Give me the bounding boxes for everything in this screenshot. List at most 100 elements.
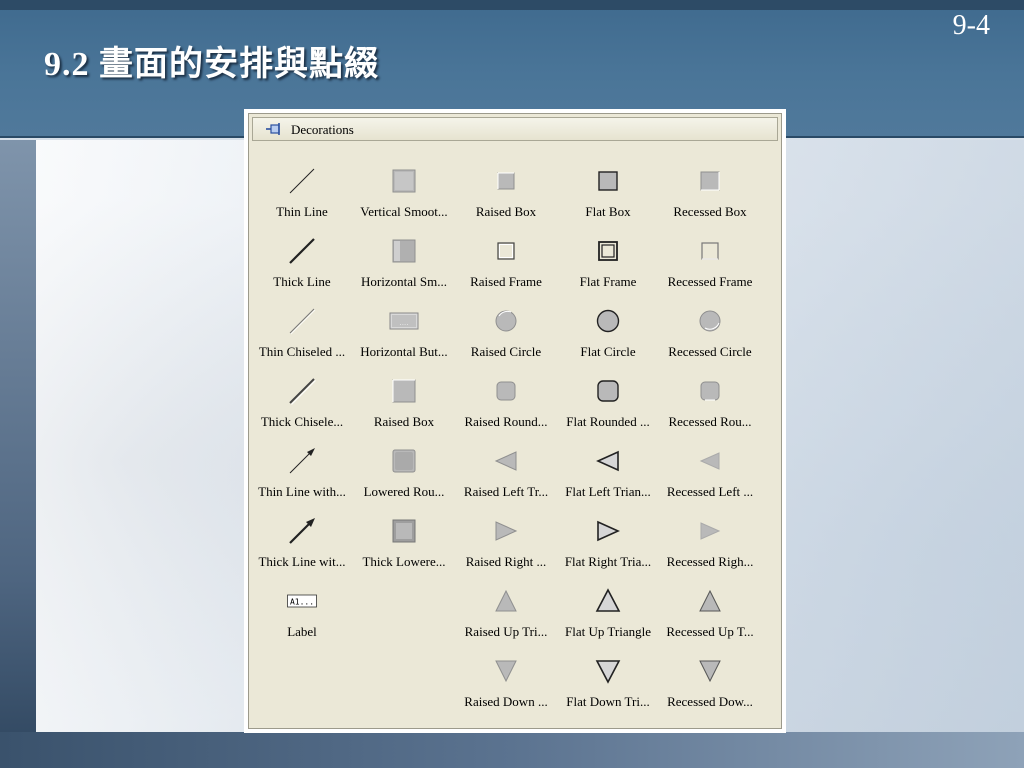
thin-chiseled-line-icon bbox=[289, 308, 316, 335]
palette-item-recessed-frame[interactable]: Recessed Frame bbox=[659, 236, 761, 298]
palette-item-label: Horizontal But... bbox=[360, 344, 448, 359]
horizontal-smooth-icon bbox=[392, 239, 416, 263]
palette-item-label: Thin Line with... bbox=[258, 484, 346, 499]
palette-item-thin-arrow[interactable]: Thin Line with... bbox=[251, 446, 353, 508]
palette-item-label: Raised Frame bbox=[470, 274, 542, 289]
palette-item-label: Thick Line bbox=[273, 274, 331, 289]
palette-item-label: Recessed Up T... bbox=[666, 624, 754, 639]
palette-item-flat-up-triangle[interactable]: Flat Up Triangle bbox=[557, 586, 659, 648]
palette-item-raised-up-triangle[interactable]: Raised Up Tri... bbox=[455, 586, 557, 648]
flat-up-triangle-icon bbox=[595, 588, 621, 612]
palette-item-raised-box-large[interactable]: Raised Box bbox=[353, 376, 455, 438]
page-number: 9-4 bbox=[952, 10, 990, 41]
palette-item-label: Flat Frame bbox=[579, 274, 637, 289]
palette-item-recessed-rounded-box[interactable]: Recessed Rou... bbox=[659, 376, 761, 438]
flat-rounded-box-icon bbox=[597, 380, 619, 402]
palette-item-label: Flat Down Tri... bbox=[566, 694, 650, 709]
palette-item-label: Vertical Smoot... bbox=[360, 204, 448, 219]
palette-item-label: Flat Right Tria... bbox=[564, 554, 652, 569]
palette-item-flat-rounded-box[interactable]: Flat Rounded ... bbox=[557, 376, 659, 438]
palette-item-thick-chiseled-line[interactable]: Thick Chisele... bbox=[251, 376, 353, 438]
palette-item-label: Flat Rounded ... bbox=[566, 414, 650, 429]
palette-item-horizontal-button[interactable]: .... Horizontal But... bbox=[353, 306, 455, 368]
palette-item-flat-circle[interactable]: Flat Circle bbox=[557, 306, 659, 368]
palette-item-raised-left-triangle[interactable]: Raised Left Tr... bbox=[455, 446, 557, 508]
palette-item-label: Recessed Left ... bbox=[666, 484, 754, 499]
palette-item-recessed-left-triangle[interactable]: Recessed Left ... bbox=[659, 446, 761, 508]
palette-item-thick-line[interactable]: Thick Line bbox=[251, 236, 353, 298]
palette-item-recessed-up-triangle[interactable]: Recessed Up T... bbox=[659, 586, 761, 648]
palette-item-recessed-circle[interactable]: Recessed Circle bbox=[659, 306, 761, 368]
lowered-rounded-box-icon bbox=[392, 449, 416, 473]
palette-item-raised-circle[interactable]: Raised Circle bbox=[455, 306, 557, 368]
palette-item-recessed-box[interactable]: Recessed Box bbox=[659, 166, 761, 228]
thin-line-icon bbox=[289, 168, 315, 194]
raised-box-icon bbox=[497, 172, 515, 190]
palette-item-label: Recessed Rou... bbox=[668, 414, 752, 429]
palette-item-label: Raised Box bbox=[475, 204, 537, 219]
palette-item-label: Raised Left Tr... bbox=[463, 484, 549, 499]
palette-item-recessed-right-triangle[interactable]: Recessed Righ... bbox=[659, 516, 761, 578]
palette-item-raised-down-triangle[interactable]: Raised Down ... bbox=[455, 656, 557, 718]
palette-item-horizontal-smooth[interactable]: Horizontal Sm... bbox=[353, 236, 455, 298]
thick-line-icon bbox=[289, 238, 315, 264]
palette-item-label: Flat Box bbox=[585, 204, 631, 219]
palette-item-flat-right-triangle[interactable]: Flat Right Tria... bbox=[557, 516, 659, 578]
palette-item-label[interactable]: A1... Label bbox=[251, 586, 353, 648]
decorations-palette: Decorations Thin Line Vertical Smoot... Ra… bbox=[248, 113, 782, 729]
bottom-decor-strip bbox=[0, 732, 1024, 768]
flat-circle-icon bbox=[596, 309, 620, 333]
palette-item-recessed-down-triangle[interactable]: Recessed Dow... bbox=[659, 656, 761, 718]
palette-item-label: Flat Left Trian... bbox=[565, 484, 651, 499]
flat-down-triangle-icon bbox=[595, 660, 621, 684]
palette-item-thin-chiseled-line[interactable]: Thin Chiseled ... bbox=[251, 306, 353, 368]
palette-item-flat-box[interactable]: Flat Box bbox=[557, 166, 659, 228]
palette-item-flat-left-triangle[interactable]: Flat Left Trian... bbox=[557, 446, 659, 508]
palette-item-raised-right-triangle[interactable]: Raised Right ... bbox=[455, 516, 557, 578]
thick-arrow-icon bbox=[289, 518, 315, 544]
palette-item-label: Label bbox=[287, 624, 317, 639]
label-icon-text: A1... bbox=[290, 597, 314, 606]
recessed-left-triangle-icon bbox=[699, 452, 720, 470]
palette-item-label: Thick Chisele... bbox=[260, 414, 344, 429]
palette-item-flat-frame[interactable]: Flat Frame bbox=[557, 236, 659, 298]
palette-item-raised-frame[interactable]: Raised Frame bbox=[455, 236, 557, 298]
palette-item-label: Raised Right ... bbox=[465, 554, 547, 569]
raised-box-large-icon bbox=[392, 379, 416, 403]
palette-item-thick-arrow[interactable]: Thick Line wit... bbox=[251, 516, 353, 578]
palette-item-vertical-smooth[interactable]: Vertical Smoot... bbox=[353, 166, 455, 228]
palette-item-label: Raised Round... bbox=[464, 414, 548, 429]
palette-item-label: Recessed Circle bbox=[668, 344, 752, 359]
raised-frame-icon bbox=[497, 242, 515, 260]
decoration-grid: Thin Line Vertical Smoot... Raised Box Flat… bbox=[249, 114, 783, 730]
palette-item-thick-lowered-box[interactable]: Thick Lowere... bbox=[353, 516, 455, 578]
palette-item-lowered-rounded-box[interactable]: Lowered Rou... bbox=[353, 446, 455, 508]
recessed-down-triangle-icon bbox=[699, 660, 721, 683]
recessed-circle-icon bbox=[699, 310, 721, 332]
palette-item-label: Thick Lowere... bbox=[362, 554, 446, 569]
palette-item-label: Horizontal Sm... bbox=[361, 274, 447, 289]
vertical-smooth-icon bbox=[392, 169, 416, 193]
palette-item-thin-line[interactable]: Thin Line bbox=[251, 166, 353, 228]
recessed-right-triangle-icon bbox=[700, 522, 721, 540]
palette-item-raised-box[interactable]: Raised Box bbox=[455, 166, 557, 228]
thin-arrow-icon bbox=[289, 448, 315, 474]
palette-item-label: Flat Circle bbox=[580, 344, 636, 359]
palette-item-label: Thin Line bbox=[276, 204, 328, 219]
palette-item-label: Recessed Dow... bbox=[667, 694, 753, 709]
recessed-up-triangle-icon bbox=[699, 589, 721, 612]
svg-text:....: .... bbox=[400, 319, 409, 327]
slide-title: 9.2 畫面的安排與點綴 bbox=[44, 46, 379, 83]
palette-item-label: Raised Up Tri... bbox=[464, 624, 548, 639]
palette-item-label: Lowered Rou... bbox=[363, 484, 445, 499]
thick-chiseled-line-icon bbox=[289, 378, 316, 405]
palette-item-label: Raised Box bbox=[373, 414, 435, 429]
flat-frame-icon bbox=[598, 241, 618, 261]
palette-item-raised-rounded-box[interactable]: Raised Round... bbox=[455, 376, 557, 438]
palette-item-flat-down-triangle[interactable]: Flat Down Tri... bbox=[557, 656, 659, 718]
horizontal-button-icon: .... bbox=[389, 312, 419, 330]
palette-item-label: Flat Up Triangle bbox=[565, 624, 651, 639]
raised-up-triangle-icon bbox=[495, 589, 517, 612]
flat-left-triangle-icon bbox=[596, 450, 619, 472]
flat-right-triangle-icon bbox=[597, 520, 620, 542]
